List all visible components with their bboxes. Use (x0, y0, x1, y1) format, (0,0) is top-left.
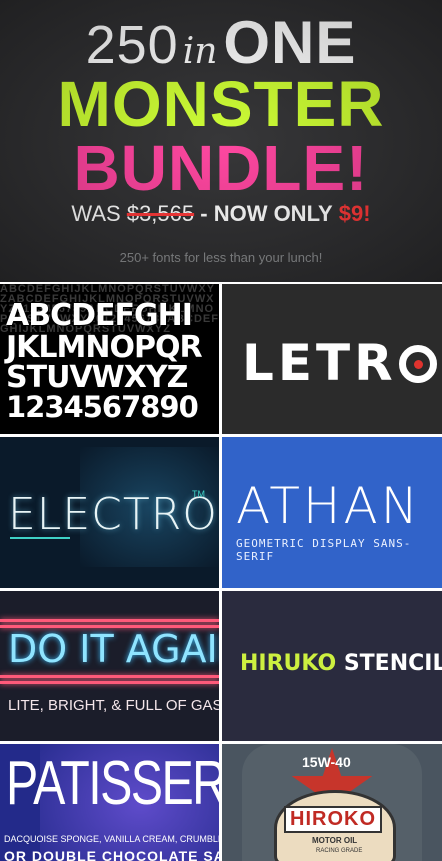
neon-line-bottom-2 (0, 681, 219, 684)
letro-logo: LETR (242, 334, 437, 392)
font-tile-electro[interactable]: ELECTRO TM (0, 437, 219, 588)
neon-line-bottom (0, 675, 219, 678)
headline-in: in (182, 31, 218, 72)
tagline: 250+ fonts for less than your lunch! (119, 250, 323, 265)
letro-o-registered-icon (398, 345, 437, 383)
new-price: $9! (338, 201, 371, 226)
font-tile-do-it-again[interactable]: DO IT AGAIN LITE, BRIGHT, & FULL OF GAS (0, 591, 219, 741)
do-it-again-title: DO IT AGAIN (8, 627, 219, 671)
hiruko-logo: HIRUKO STENCIL® (240, 651, 442, 676)
electro-tm: TM (192, 489, 205, 499)
headline-250-in-one: 250 in ONE (0, 8, 442, 77)
hiroko-motor-oil: MOTOR OIL (312, 836, 358, 845)
hiroko-name: HIROKO (284, 806, 382, 833)
hiruko-part1: HIRUKO (240, 651, 337, 676)
neon-line-top (0, 619, 219, 622)
hiruko-part2: STENCIL (336, 651, 442, 676)
registered-dot-icon (413, 360, 423, 369)
old-price: $3,565 (126, 201, 195, 226)
do-it-again-subtitle: LITE, BRIGHT, & FULL OF GAS (8, 697, 219, 714)
font-tile-patisserie[interactable]: PATISSERIE DACQUOISE SPONGE, VANILLA CRE… (0, 744, 219, 861)
headline-monster: MONSTER (57, 68, 385, 140)
headline-250: 250 (85, 15, 179, 75)
font-tile-hiroko[interactable]: 15W-40 HIROKO MOTOR OIL RACING GRADE (222, 744, 442, 861)
hiroko-top-text: 15W-40 (302, 754, 351, 770)
headline-one: ONE (223, 9, 357, 76)
font-tile-hiruko[interactable]: HIRUKO STENCIL® (222, 591, 442, 741)
font-tile-letro[interactable]: LETR (222, 284, 442, 434)
patisserie-title: PATISSERIE (6, 749, 219, 818)
letro-name: LETR (242, 334, 397, 392)
athan-subtitle: GEOMETRIC DISPLAY SANS-SERIF (236, 537, 412, 563)
electro-name: ELECTRO (8, 489, 218, 540)
electro-underline (10, 537, 70, 539)
price-line: WAS $3,565 - NOW ONLY $9! (0, 201, 442, 227)
font-tile-alphabet[interactable]: ABCDEFGHIJKLMNOPQRSTUVWXYZABCDEFGHIJKLMN… (0, 284, 219, 434)
athan-name: ATHAN (236, 477, 422, 535)
page: 250 in ONE MONSTER BUNDLE! WAS $3,565 - NO… (0, 0, 442, 861)
hiroko-racing-grade: RACING GRADE (316, 848, 363, 854)
alphabet-row-4: 1234567890 (6, 390, 199, 424)
was-label: WAS (71, 201, 121, 226)
promo-banner[interactable]: 250 in ONE MONSTER BUNDLE! WAS $3,565 - NO… (0, 0, 442, 282)
font-tile-athan[interactable]: ATHAN GEOMETRIC DISPLAY SANS-SERIF (222, 437, 442, 588)
patisserie-subtitle: DACQUOISE SPONGE, VANILLA CREAM, CRUMBLE… (4, 834, 219, 844)
patisserie-subtitle-2: OR DOUBLE CHOCOLATE SAUS (4, 848, 219, 861)
now-only-label: - NOW ONLY (200, 201, 333, 226)
alphabet-row-1: ABCDEFGHI (6, 298, 193, 333)
headline-bundle: BUNDLE! (73, 132, 369, 204)
